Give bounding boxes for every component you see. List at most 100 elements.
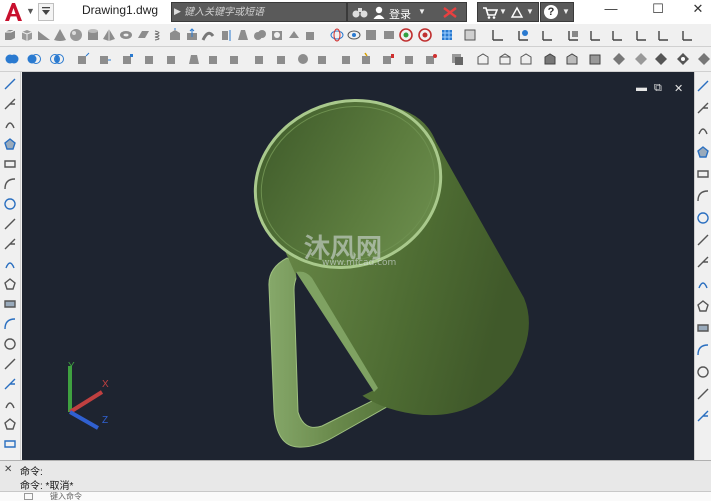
- color-faces-icon[interactable]: [228, 52, 242, 66]
- polysolid-icon[interactable]: [3, 28, 17, 42]
- 3d-array-icon[interactable]: [382, 28, 396, 42]
- hidden-icon[interactable]: [519, 52, 533, 66]
- text-icon[interactable]: [4, 438, 16, 450]
- login-link[interactable]: 登录: [389, 6, 411, 22]
- shell-icon[interactable]: [360, 52, 374, 66]
- ucs-y-icon[interactable]: [656, 28, 670, 42]
- search-expand-icon[interactable]: ▶: [174, 6, 181, 17]
- connect-dropdown-icon[interactable]: ▼: [526, 7, 534, 16]
- union-icon[interactable]: [253, 28, 267, 42]
- restore-button[interactable]: ☐: [643, 0, 673, 20]
- sketchy-icon[interactable]: [654, 52, 668, 66]
- close-button[interactable]: ✕: [683, 0, 711, 20]
- pyramid-icon[interactable]: [102, 28, 116, 42]
- offset-faces-icon[interactable]: [121, 52, 135, 66]
- cone-icon[interactable]: [53, 28, 67, 42]
- command-close-icon[interactable]: ✕: [4, 464, 12, 475]
- 3d-scale-icon[interactable]: [347, 28, 361, 42]
- make-block-icon[interactable]: [4, 318, 16, 330]
- planar-surface-icon[interactable]: [136, 28, 150, 42]
- delete-faces-icon[interactable]: [143, 52, 157, 66]
- 3d-move-icon[interactable]: [304, 28, 318, 42]
- polygon-icon[interactable]: [4, 138, 16, 150]
- sweep-icon[interactable]: [201, 28, 215, 42]
- help-icon[interactable]: ?: [544, 5, 558, 19]
- stretch-icon[interactable]: [697, 256, 709, 268]
- extrude-faces-icon[interactable]: [76, 52, 90, 66]
- ucs-z-icon[interactable]: [680, 28, 694, 42]
- move-faces-icon[interactable]: [98, 52, 112, 66]
- revolve-icon[interactable]: [219, 28, 233, 42]
- hatch-icon[interactable]: [4, 358, 16, 370]
- ucs-face-icon[interactable]: [566, 28, 580, 42]
- subtract-icon[interactable]: [270, 28, 284, 42]
- realistic-icon[interactable]: [543, 52, 557, 66]
- visual-style-manager-icon[interactable]: [697, 52, 711, 66]
- connect-icon[interactable]: [510, 6, 524, 19]
- rotate-icon[interactable]: [697, 212, 709, 224]
- wedge-icon[interactable]: [37, 28, 51, 42]
- interfere-icon[interactable]: [424, 52, 438, 66]
- 3d-rotate-icon[interactable]: [330, 28, 344, 42]
- region-icon[interactable]: [4, 398, 16, 410]
- scale-icon[interactable]: [697, 234, 709, 246]
- imprint-icon[interactable]: [296, 52, 310, 66]
- color-edges-icon[interactable]: [275, 52, 289, 66]
- search-box[interactable]: ▶: [171, 2, 347, 22]
- ellipse-icon[interactable]: [4, 258, 16, 270]
- qat-customize-button[interactable]: [38, 3, 54, 21]
- fillet-icon[interactable]: [697, 388, 709, 400]
- trim-icon[interactable]: [697, 278, 709, 290]
- mesh-icon[interactable]: [440, 28, 454, 42]
- taper-faces-icon[interactable]: [187, 52, 201, 66]
- document-tab[interactable]: Drawing1.dwg: [58, 0, 170, 24]
- ucs-3point-icon[interactable]: [540, 28, 554, 42]
- move-icon[interactable]: [697, 190, 709, 202]
- box-icon[interactable]: [20, 28, 34, 42]
- search-input[interactable]: [184, 4, 342, 20]
- helix-icon[interactable]: [152, 28, 166, 42]
- gradient-icon[interactable]: [4, 378, 16, 390]
- section-plane-icon[interactable]: [418, 28, 432, 42]
- ucs-view-icon[interactable]: [610, 28, 624, 42]
- separate-icon[interactable]: [340, 52, 354, 66]
- explode-icon[interactable]: [697, 410, 709, 422]
- store-dropdown-icon[interactable]: ▼: [499, 7, 507, 16]
- loft-icon[interactable]: [236, 28, 250, 42]
- minimize-button[interactable]: —: [596, 0, 626, 20]
- cylinder-icon[interactable]: [86, 28, 100, 42]
- chamfer-icon[interactable]: [697, 366, 709, 378]
- ucs-object-icon[interactable]: [588, 28, 602, 42]
- shaded-icon[interactable]: [588, 52, 602, 66]
- 3d-mirror-icon[interactable]: [399, 28, 413, 42]
- slice-icon[interactable]: [403, 52, 417, 66]
- autocad-logo-icon[interactable]: [2, 1, 24, 23]
- shaded-edges-icon[interactable]: [612, 52, 626, 66]
- extrude-icon[interactable]: [168, 28, 182, 42]
- user-icon[interactable]: [373, 6, 385, 19]
- revision-cloud-icon[interactable]: [4, 218, 16, 230]
- insert-block-icon[interactable]: [4, 298, 16, 310]
- shades-of-gray-icon[interactable]: [634, 52, 648, 66]
- intersect-icon[interactable]: [287, 28, 301, 42]
- ucs-origin-icon[interactable]: [516, 28, 530, 42]
- join-icon[interactable]: [697, 344, 709, 356]
- line-icon[interactable]: [4, 78, 16, 90]
- rectangle-icon[interactable]: [4, 158, 16, 170]
- ucs-world-icon[interactable]: [490, 28, 504, 42]
- copy-edges-icon[interactable]: [253, 52, 267, 66]
- app-menu-chevron-icon[interactable]: ▼: [26, 6, 36, 18]
- break-icon[interactable]: [697, 322, 709, 334]
- extend-icon[interactable]: [697, 300, 709, 312]
- visual-styles-icon[interactable]: [450, 52, 464, 66]
- command-input[interactable]: 键入命令: [0, 491, 711, 501]
- circle-icon[interactable]: [4, 198, 16, 210]
- 3d-align-icon[interactable]: [364, 28, 378, 42]
- presspull-icon[interactable]: [185, 28, 199, 42]
- 3d-wireframe-icon[interactable]: [498, 52, 512, 66]
- binoculars-icon[interactable]: [352, 6, 368, 19]
- union-solid-icon[interactable]: [5, 52, 19, 66]
- sphere-icon[interactable]: [69, 28, 83, 42]
- help-dropdown-icon[interactable]: ▼: [562, 7, 570, 16]
- login-dropdown-icon[interactable]: ▼: [418, 7, 426, 16]
